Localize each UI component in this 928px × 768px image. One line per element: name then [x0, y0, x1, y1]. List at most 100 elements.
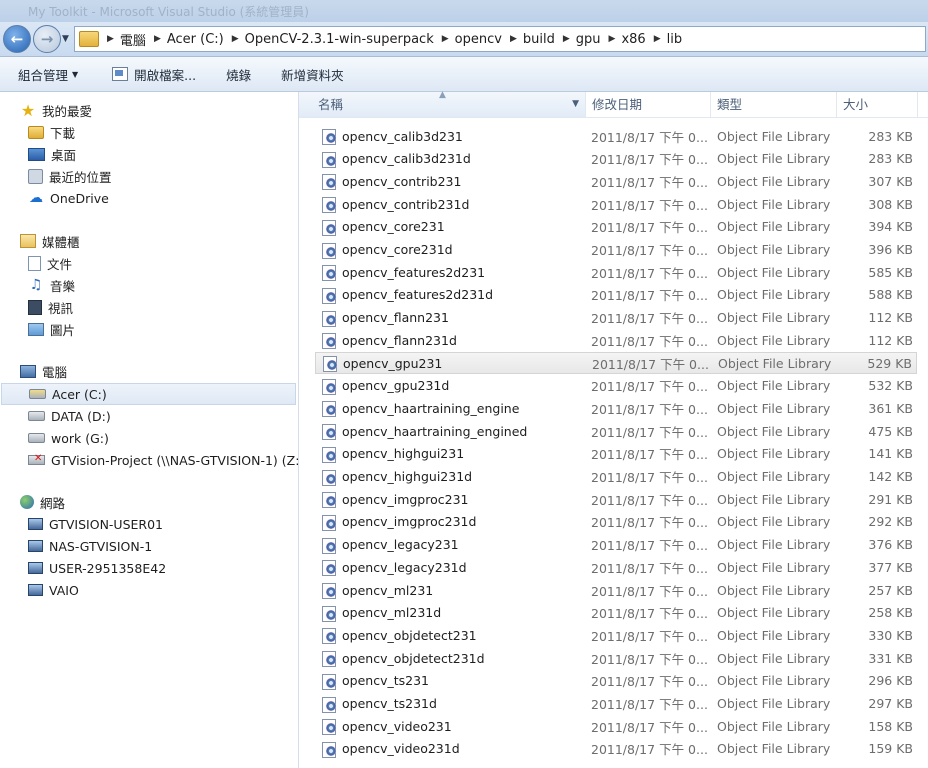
file-row[interactable]: opencv_core231 2011/8/17 下午 0... Object Fi… — [315, 216, 917, 238]
file-type: Object File Library — [717, 264, 831, 280]
library-file-icon — [321, 378, 337, 395]
burn-button[interactable]: 燒錄 — [216, 65, 261, 84]
breadcrumb-separator-icon[interactable]: ▶ — [563, 34, 570, 44]
file-row[interactable]: opencv_legacy231 2011/8/17 下午 0... Object … — [315, 534, 917, 556]
recent-places-icon — [28, 168, 43, 184]
file-row[interactable]: opencv_flann231 2011/8/17 下午 0... Object F… — [315, 307, 917, 329]
breadcrumb-item[interactable]: 電腦 — [120, 30, 146, 49]
breadcrumb-item[interactable]: OpenCV-2.3.1-win-superpack — [245, 32, 434, 47]
nav-item-downloads[interactable]: 下載 — [28, 122, 75, 142]
file-size: 529 KB — [867, 355, 912, 371]
nav-item-desktop[interactable]: 桌面 — [28, 144, 76, 164]
nav-item-network-pc-2[interactable]: NAS-GTVISION-1 — [28, 536, 152, 556]
nav-computer[interactable]: 電腦 — [20, 361, 67, 381]
column-header-type[interactable]: 類型 — [711, 92, 837, 117]
file-type: Object File Library — [717, 491, 831, 507]
file-row[interactable]: opencv_highgui231d 2011/8/17 下午 0... Objec… — [315, 466, 917, 488]
nav-label: work (G:) — [51, 430, 109, 446]
column-header-date[interactable]: 修改日期 — [586, 92, 711, 117]
nav-item-drive-z[interactable]: GTVision-Project (\\NAS-GTVISION-1) (Z:) — [28, 450, 304, 470]
file-row[interactable]: opencv_video231 2011/8/17 下午 0... Object F… — [315, 715, 917, 737]
nav-item-drive-d[interactable]: DATA (D:) — [28, 406, 111, 426]
nav-item-documents[interactable]: 文件 — [28, 253, 72, 273]
file-row[interactable]: opencv_calib3d231d 2011/8/17 下午 0... Objec… — [315, 148, 917, 170]
burn-label: 燒錄 — [226, 67, 252, 83]
file-size: 308 KB — [868, 196, 913, 212]
nav-item-recent[interactable]: 最近的位置 — [28, 166, 112, 186]
file-row[interactable]: opencv_highgui231 2011/8/17 下午 0... Object… — [315, 443, 917, 465]
file-row[interactable]: opencv_imgproc231 2011/8/17 下午 0... Object… — [315, 488, 917, 510]
file-row[interactable]: opencv_ml231d 2011/8/17 下午 0... Object Fil… — [315, 602, 917, 624]
nav-item-music[interactable]: ♫ 音樂 — [28, 275, 75, 295]
breadcrumb-item[interactable]: lib — [667, 32, 682, 47]
breadcrumb-separator-icon[interactable]: ▶ — [107, 34, 114, 44]
open-file-button[interactable]: 開啟檔案... — [102, 65, 206, 84]
file-row[interactable]: opencv_features2d231 2011/8/17 下午 0... Obj… — [315, 261, 917, 283]
breadcrumb-item[interactable]: opencv — [455, 32, 502, 47]
file-modified-date: 2011/8/17 下午 0... — [591, 606, 708, 622]
breadcrumb-separator-icon[interactable]: ▶ — [609, 34, 616, 44]
breadcrumb-separator-icon[interactable]: ▶ — [154, 34, 161, 44]
file-row[interactable]: opencv_features2d231d 2011/8/17 下午 0... Ob… — [315, 284, 917, 306]
nav-item-drive-c[interactable]: Acer (C:) — [1, 383, 296, 405]
breadcrumb-item[interactable]: build — [523, 32, 555, 47]
new-folder-button[interactable]: 新增資料夾 — [271, 65, 354, 84]
nav-item-drive-g[interactable]: work (G:) — [28, 428, 109, 448]
nav-item-network-pc-3[interactable]: USER-2951358E42 — [28, 558, 166, 578]
file-row[interactable]: opencv_core231d 2011/8/17 下午 0... Object F… — [315, 239, 917, 261]
back-button[interactable]: ← — [3, 25, 31, 53]
nav-item-videos[interactable]: 視訊 — [28, 297, 73, 317]
breadcrumb-separator-icon[interactable]: ▶ — [232, 34, 239, 44]
file-row[interactable]: opencv_ml231 2011/8/17 下午 0... Object File… — [315, 579, 917, 601]
library-file-icon — [321, 196, 337, 214]
file-row[interactable]: opencv_video231d 2011/8/17 下午 0... Object … — [315, 738, 917, 760]
breadcrumb-separator-icon[interactable]: ▶ — [442, 34, 449, 44]
file-row[interactable]: opencv_imgproc231d 2011/8/17 下午 0... Objec… — [315, 511, 917, 533]
forward-button[interactable]: → — [33, 25, 61, 53]
nav-item-network-pc-1[interactable]: GTVISION-USER01 — [28, 514, 163, 534]
column-header-size[interactable]: 大小 — [837, 92, 918, 117]
file-row[interactable]: opencv_gpu231 2011/8/17 下午 0... Object Fil… — [315, 352, 917, 374]
file-row[interactable]: opencv_objdetect231 2011/8/17 下午 0... Obje… — [315, 624, 917, 646]
file-modified-date: 2011/8/17 下午 0... — [591, 152, 708, 168]
breadcrumb-separator-icon[interactable]: ▶ — [510, 34, 517, 44]
file-row[interactable]: opencv_flann231d 2011/8/17 下午 0... Object … — [315, 329, 917, 351]
nav-network[interactable]: 網路 — [20, 492, 65, 512]
nav-label: GTVISION-USER01 — [49, 516, 164, 532]
file-row[interactable]: opencv_gpu231d 2011/8/17 下午 0... Object Fi… — [315, 375, 917, 397]
library-file-icon — [321, 332, 337, 350]
column-header-name[interactable]: ▲ 名稱 ▼ — [299, 90, 586, 117]
file-row[interactable]: opencv_ts231 2011/8/17 下午 0... Object File… — [315, 670, 917, 692]
window-title: My Toolkit - Microsoft Visual Studio (系統… — [28, 5, 309, 19]
organize-button[interactable]: 組合管理 ▼ — [0, 65, 88, 84]
nav-item-onedrive[interactable]: ☁ OneDrive — [28, 188, 109, 208]
breadcrumb-item[interactable]: Acer (C:) — [167, 32, 224, 47]
nav-libraries[interactable]: 媒體櫃 — [20, 231, 80, 251]
file-row[interactable]: opencv_haartraining_engined 2011/8/17 下午 … — [315, 420, 917, 442]
file-row[interactable]: opencv_calib3d231 2011/8/17 下午 0... Object… — [315, 125, 917, 147]
file-row[interactable]: opencv_objdetect231d 2011/8/17 下午 0... Obj… — [315, 647, 917, 669]
file-name: opencv_calib3d231d — [342, 151, 471, 167]
file-modified-date: 2011/8/17 下午 0... — [591, 333, 708, 349]
breadcrumb[interactable]: ▶ 電腦 ▶ Acer (C:) ▶ OpenCV-2.3.1-win-superpack… — [74, 26, 926, 52]
nav-favorites[interactable]: ★ 我的最愛 — [20, 100, 92, 120]
history-dropdown-icon[interactable]: ▼ — [62, 34, 69, 44]
file-type: Object File Library — [717, 582, 831, 598]
breadcrumb-item[interactable]: gpu — [576, 32, 601, 47]
nav-label: 桌面 — [51, 147, 77, 163]
file-row[interactable]: opencv_ts231d 2011/8/17 下午 0... Object Fil… — [315, 693, 917, 715]
nav-label: OneDrive — [50, 190, 109, 206]
new-folder-label: 新增資料夾 — [281, 67, 344, 83]
file-row[interactable]: opencv_legacy231d 2011/8/17 下午 0... Object… — [315, 556, 917, 578]
file-name: opencv_core231 — [342, 219, 445, 235]
file-row[interactable]: opencv_haartraining_engine 2011/8/17 下午 0… — [315, 397, 917, 419]
breadcrumb-separator-icon[interactable]: ▶ — [654, 34, 661, 44]
file-row[interactable]: opencv_contrib231d 2011/8/17 下午 0... Objec… — [315, 193, 917, 215]
chevron-down-icon[interactable]: ▼ — [572, 92, 579, 117]
nav-item-pictures[interactable]: 圖片 — [28, 319, 75, 339]
nav-item-network-pc-4[interactable]: VAIO — [28, 580, 79, 600]
file-row[interactable]: opencv_contrib231 2011/8/17 下午 0... Object… — [315, 170, 917, 192]
file-type: Object File Library — [717, 310, 831, 326]
file-size: 394 KB — [868, 219, 913, 235]
breadcrumb-item[interactable]: x86 — [621, 32, 645, 47]
